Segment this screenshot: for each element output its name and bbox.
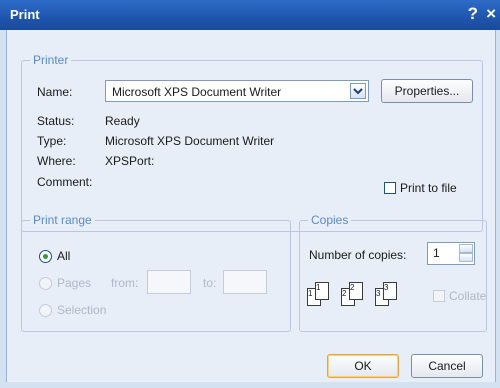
copies-group: Copies [299,213,487,332]
type-label: Type: [37,134,67,148]
copies-spinner[interactable]: 1 [427,242,475,265]
status-label: Status: [37,114,75,128]
printer-name-value: Microsoft XPS Document Writer [112,85,282,99]
to-field[interactable] [223,270,267,294]
cancel-button[interactable]: Cancel [411,354,483,378]
collate-checkbox[interactable] [433,290,445,302]
printer-name-select[interactable]: Microsoft XPS Document Writer [105,80,369,102]
close-icon[interactable]: × [486,4,496,24]
collate-label[interactable]: Collate [449,289,486,303]
where-label: Where: [37,154,76,168]
type-value: Microsoft XPS Document Writer [105,134,275,148]
copies-value: 1 [433,246,440,260]
page-icon: 3 [383,282,397,300]
print-range-legend: Print range [30,213,95,227]
pages-label[interactable]: Pages [57,276,91,290]
spinner-buttons[interactable] [459,244,473,263]
copies-legend: Copies [308,213,352,227]
title-bar: Print ? × [0,0,500,30]
dialog-title: Print [10,7,40,22]
dialog-body: Printer Name: Microsoft XPS Document Wri… [6,30,496,382]
chevron-down-icon[interactable] [350,83,366,99]
page-icon: 2 [349,282,363,300]
pages-radio[interactable] [39,277,52,290]
status-value: Ready [105,114,140,128]
from-label: from: [111,276,139,290]
spin-up-icon[interactable] [459,244,473,253]
printer-legend: Printer [30,53,72,67]
page-icon: 1 [315,282,329,300]
selection-label[interactable]: Selection [57,303,106,317]
name-label: Name: [37,85,73,99]
help-icon[interactable]: ? [468,4,478,24]
selection-radio[interactable] [39,304,52,317]
all-radio[interactable] [39,250,52,263]
collate-pages-icon: 1 1 2 2 3 3 [307,282,425,312]
where-value: XPSPort: [105,154,155,168]
ok-button[interactable]: OK [327,354,399,378]
spin-down-icon[interactable] [459,253,473,262]
print-to-file-label[interactable]: Print to file [400,181,457,195]
print-dialog: Print ? × Printer Name: Microsoft XPS Do… [0,0,500,388]
comment-label: Comment: [37,175,93,189]
from-field[interactable] [147,270,191,294]
to-label: to: [203,276,217,290]
properties-button[interactable]: Properties... [381,79,473,103]
number-of-copies-label: Number of copies: [309,248,407,262]
all-label[interactable]: All [57,249,70,263]
print-to-file-checkbox[interactable] [384,182,396,194]
